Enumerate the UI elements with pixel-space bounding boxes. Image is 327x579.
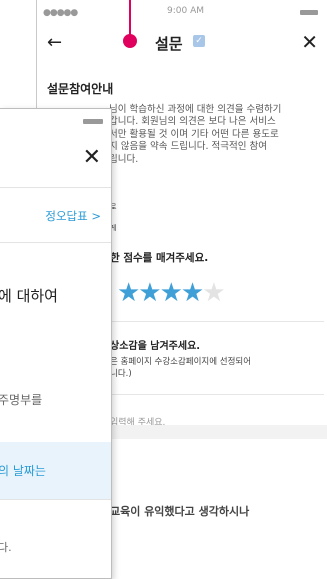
rating-question: 한 점수를 매겨주세요. [110, 252, 209, 264]
review-note: 은 홈페이지 수강소감페이지에 선정되어 니다.) [110, 357, 252, 379]
signal-icon: ●●●●● [43, 8, 78, 18]
pointer-dot [123, 34, 137, 48]
star-rating[interactable]: ★★★★★ [117, 278, 226, 308]
quiz-screen: ✕ 정오답표 > 에 대하여 주명부를 의 날짜는 다. [0, 108, 112, 579]
star-filled-icon[interactable]: ★★★★ [117, 278, 204, 308]
quiz-option-selected-label[interactable]: 의 날짜는 [0, 462, 46, 479]
quiz-option[interactable]: 주명부를 [0, 391, 42, 408]
close-icon[interactable]: ✕ [83, 145, 101, 170]
quiz-option[interactable]: 다. [0, 539, 12, 555]
intro-text: 님이 학습하신 과정에 대한 의견을 수렴하기 갑니다. 회원님의 의견은 보다… [109, 104, 282, 165]
survey-header: ← 설문 ✓ ✕ [37, 22, 327, 66]
battery-icon [300, 10, 318, 15]
quiz-question: 에 대하여 [0, 287, 58, 305]
divider [0, 242, 111, 243]
check-icon: ✓ [193, 35, 205, 47]
intro-title: 설문참여안내 [47, 82, 114, 96]
close-icon[interactable]: ✕ [301, 30, 318, 54]
star-empty-icon[interactable]: ★ [202, 278, 225, 308]
status-time: 9:00 AM [167, 6, 204, 16]
answer-sheet-link[interactable]: 정오답표 > [45, 208, 101, 224]
divider [0, 499, 111, 500]
divider [110, 321, 324, 322]
status-bar: ●●●●● 9:00 AM [37, 6, 327, 20]
next-question: 교육이 유익했다고 생각하시나 [110, 505, 250, 518]
battery-icon [83, 119, 103, 124]
divider [0, 187, 111, 188]
review-question: 상소감을 남겨주세요. [110, 341, 201, 352]
back-arrow-icon[interactable]: ← [47, 32, 62, 53]
page-title: 설문 [155, 35, 183, 53]
divider [110, 394, 324, 395]
